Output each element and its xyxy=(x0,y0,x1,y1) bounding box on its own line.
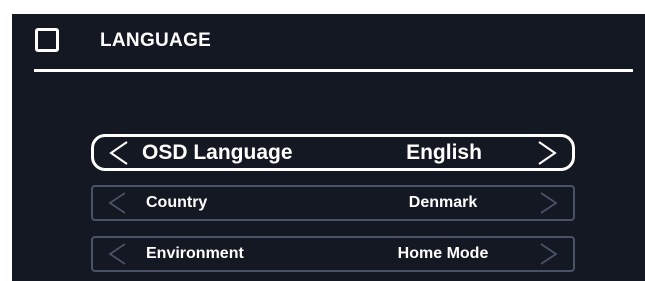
arrow-left-icon[interactable] xyxy=(107,191,127,215)
square-outline-icon xyxy=(35,28,59,52)
arrow-right-icon[interactable] xyxy=(539,242,559,266)
menu-row-osd-language[interactable]: OSD Language English xyxy=(91,134,575,171)
header-divider xyxy=(34,69,633,72)
menu-row-label: Environment xyxy=(146,245,244,262)
menu-row-country[interactable]: Country Denmark xyxy=(91,185,575,221)
osd-menu-panel: LANGUAGE OSD Language English Country De… xyxy=(12,14,645,281)
menu-row-label: Country xyxy=(146,194,208,211)
arrow-right-icon[interactable] xyxy=(536,140,558,166)
page-title: LANGUAGE xyxy=(100,30,212,51)
menu-row-environment[interactable]: Environment Home Mode xyxy=(91,236,575,272)
arrow-left-icon[interactable] xyxy=(107,242,127,266)
arrow-left-icon[interactable] xyxy=(108,140,130,166)
arrow-right-icon[interactable] xyxy=(539,191,559,215)
menu-row-label: OSD Language xyxy=(142,140,293,164)
